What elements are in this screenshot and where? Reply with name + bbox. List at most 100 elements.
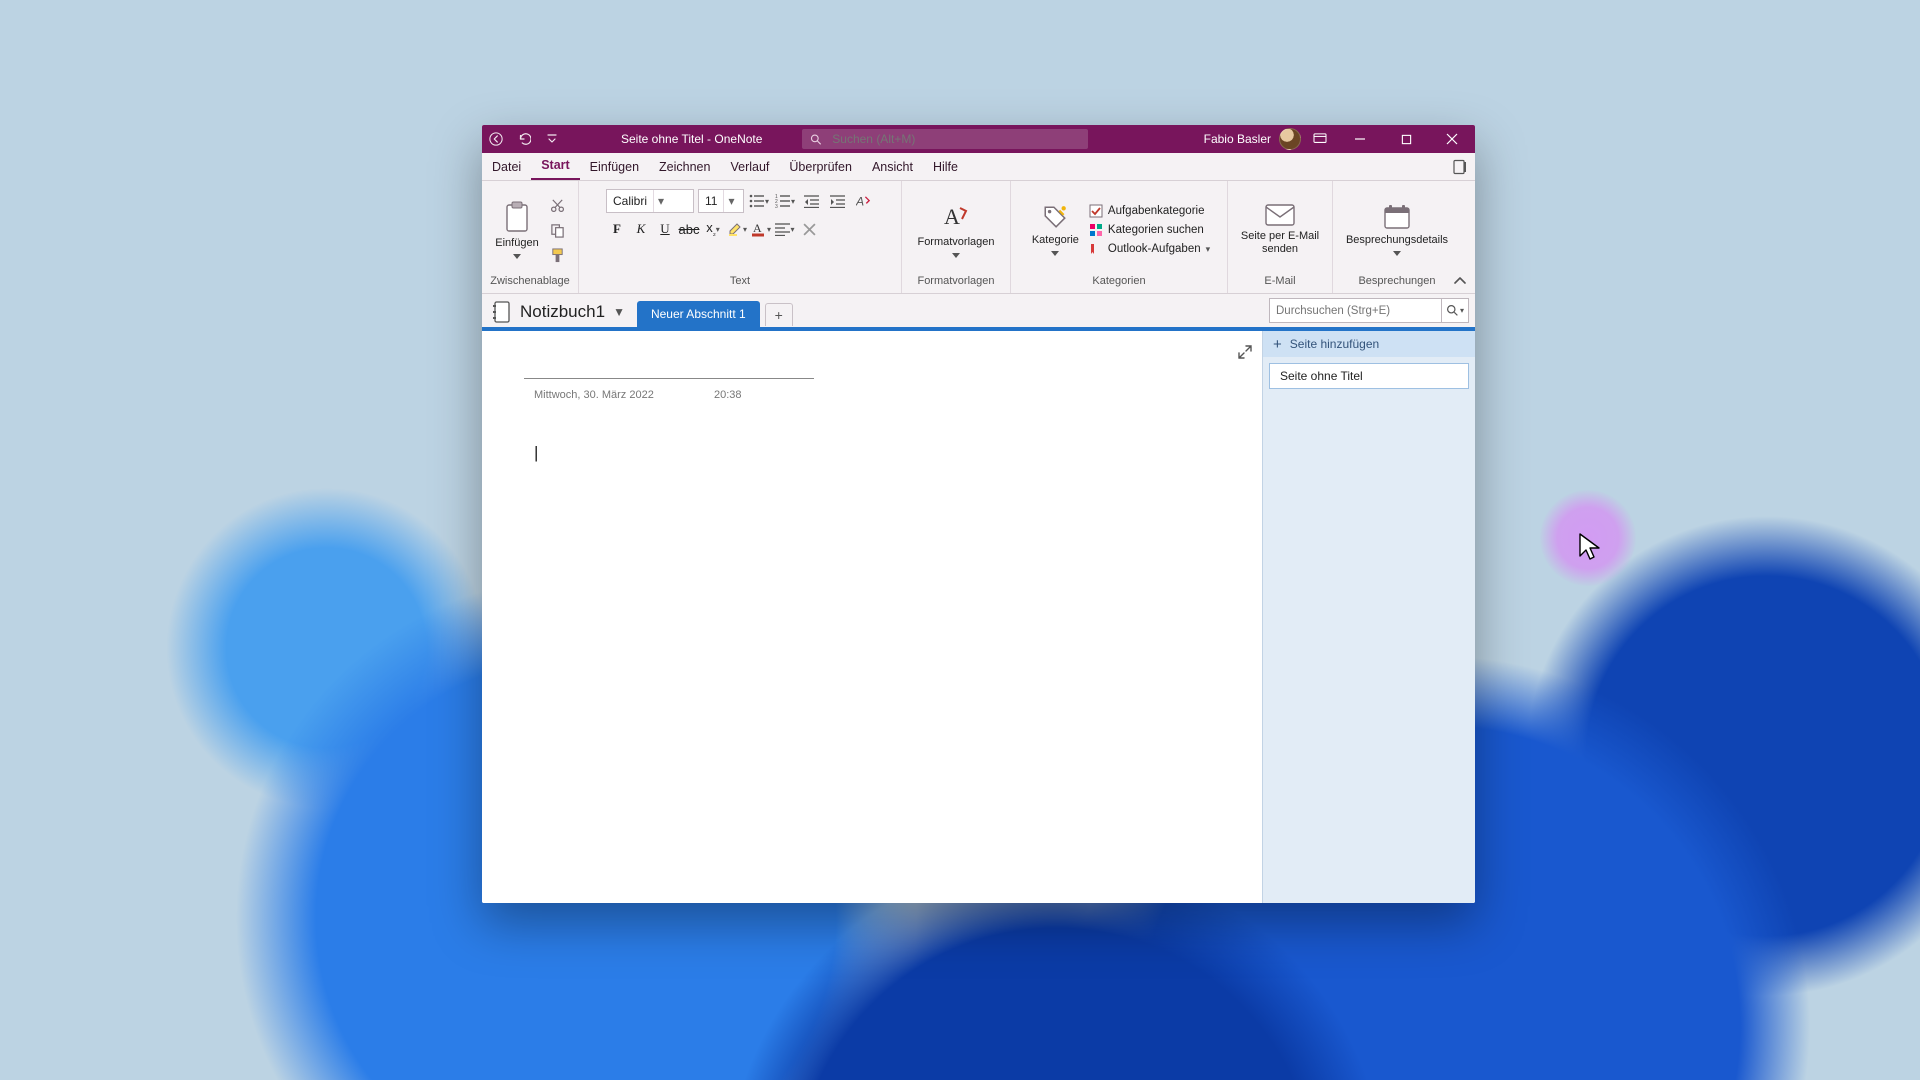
search-icon — [1446, 304, 1459, 317]
title-bar: Seite ohne Titel - OneNote Fabio Basler — [482, 125, 1475, 153]
italic-button[interactable]: K — [630, 218, 652, 240]
page-title-input[interactable] — [524, 378, 814, 379]
delete-button[interactable] — [798, 218, 820, 240]
group-label: Zwischenablage — [490, 275, 570, 291]
paintbrush-icon — [550, 248, 565, 263]
onenote-window: Seite ohne Titel - OneNote Fabio Basler … — [482, 125, 1475, 903]
titlebar-search-input[interactable] — [830, 131, 1080, 147]
kategorien-suchen-button[interactable]: Kategorien suchen — [1089, 223, 1210, 237]
svg-text:A: A — [856, 194, 864, 208]
ribbon-display-options[interactable] — [1303, 125, 1337, 153]
back-button[interactable] — [482, 125, 510, 153]
format-painter-button[interactable] — [547, 244, 569, 266]
clear-formatting-button[interactable]: A — [852, 190, 874, 212]
tab-ansicht[interactable]: Ansicht — [862, 155, 923, 180]
tab-hilfe[interactable]: Hilfe — [923, 155, 968, 180]
cursor-pointer-icon — [1578, 532, 1602, 562]
tab-ueberpruefen[interactable]: Überprüfen — [779, 155, 862, 180]
notebook-search-button[interactable]: ▾ — [1441, 299, 1468, 322]
tab-datei[interactable]: Datei — [482, 155, 531, 180]
group-label: Text — [730, 275, 750, 291]
underline-button[interactable]: U — [654, 218, 676, 240]
meeting-details-button[interactable]: Besprechungsdetails — [1342, 202, 1452, 258]
group-zwischenablage: Einfügen Zwisc — [482, 181, 579, 293]
indent-button[interactable] — [826, 190, 848, 212]
eraser-a-icon: A — [856, 194, 871, 209]
subscript-button[interactable]: x₂▾ — [702, 218, 724, 240]
align-left-icon — [775, 223, 790, 236]
indent-icon — [830, 195, 845, 208]
group-label: Besprechungen — [1358, 275, 1435, 291]
tab-einfuegen[interactable]: Einfügen — [580, 155, 649, 180]
outlook-aufgaben-button[interactable]: Outlook-Aufgaben ▾ — [1089, 242, 1210, 256]
svg-text:A: A — [944, 204, 960, 229]
aufgabenkategorie-button[interactable]: Aufgabenkategorie — [1089, 204, 1210, 218]
note-canvas[interactable]: Mittwoch, 30. März 2022 20:38 | — [482, 331, 1262, 903]
cut-button[interactable] — [547, 194, 569, 216]
numbering-button[interactable]: 123▾ — [774, 190, 796, 212]
outdent-icon — [804, 195, 819, 208]
page-list-item[interactable]: Seite ohne Titel — [1269, 363, 1469, 389]
paste-label: Einfügen — [495, 237, 538, 250]
list-ol-icon: 123 — [775, 194, 791, 208]
copy-button[interactable] — [547, 219, 569, 241]
notes-button[interactable] — [1445, 153, 1475, 180]
undo-button[interactable] — [510, 125, 538, 153]
add-page-button[interactable]: Seite hinzufügen — [1263, 331, 1475, 357]
kategorie-button[interactable]: Kategorie — [1028, 202, 1083, 258]
align-button[interactable]: ▾ — [774, 218, 796, 240]
section-tab[interactable]: Neuer Abschnitt 1 — [637, 301, 760, 327]
maximize-button[interactable] — [1383, 125, 1429, 153]
user-avatar — [1279, 128, 1301, 150]
highlighter-icon — [727, 221, 743, 237]
chevron-down-icon: ▼ — [613, 305, 625, 319]
cursor-highlight — [1540, 490, 1636, 586]
expand-icon — [1238, 345, 1252, 359]
add-section-button[interactable]: + — [765, 303, 793, 326]
group-kategorien: Kategorie Aufgabenkategorie Kategorien s… — [1011, 181, 1228, 293]
bold-button[interactable]: F — [606, 218, 628, 240]
close-button[interactable] — [1429, 125, 1475, 153]
notebook-name: Notizbuch1 — [520, 302, 605, 322]
outdent-button[interactable] — [800, 190, 822, 212]
titlebar-search[interactable] — [802, 129, 1088, 149]
envelope-icon — [1265, 204, 1295, 226]
user-name: Fabio Basler — [1204, 132, 1271, 146]
styles-icon: A — [941, 202, 971, 232]
tab-zeichnen[interactable]: Zeichnen — [649, 155, 720, 180]
font-name-select[interactable]: Calibri▾ — [606, 189, 694, 213]
scissors-icon — [550, 198, 565, 213]
font-size-select[interactable]: 11▾ — [698, 189, 744, 213]
group-label: E-Mail — [1264, 275, 1295, 291]
email-page-button[interactable]: Seite per E-Mail senden — [1234, 202, 1326, 257]
tab-start[interactable]: Start — [531, 153, 579, 180]
search-icon — [810, 133, 822, 146]
list-ul-icon — [749, 194, 765, 208]
minimize-button[interactable] — [1337, 125, 1383, 153]
ribbon-tabs: Datei Start Einfügen Zeichnen Verlauf Üb… — [482, 153, 1475, 181]
page-time: 20:38 — [714, 389, 742, 401]
qattoolbar-dropdown[interactable] — [538, 125, 566, 153]
font-color-button[interactable]: A▾ — [750, 218, 772, 240]
collapse-ribbon-button[interactable] — [1451, 271, 1469, 289]
font-color-icon: A — [751, 221, 767, 237]
group-label: Kategorien — [1092, 275, 1145, 291]
group-text: Calibri▾ 11▾ ▾ 123▾ A F K U abc x₂▾ — [579, 181, 902, 293]
paste-button[interactable]: Einfügen — [491, 199, 542, 261]
styles-button[interactable]: A Formatvorlagen — [913, 200, 998, 260]
notebook-search-input[interactable] — [1270, 305, 1441, 317]
strike-button[interactable]: abc — [678, 218, 700, 240]
notebook-search[interactable]: ▾ — [1269, 298, 1469, 323]
tag-icon — [1042, 204, 1068, 230]
ribbon: Einfügen Zwisc — [482, 181, 1475, 294]
fullscreen-toggle[interactable] — [1238, 345, 1252, 359]
highlight-button[interactable]: ▾ — [726, 218, 748, 240]
content-area: Mittwoch, 30. März 2022 20:38 | Seite hi… — [482, 331, 1475, 903]
group-email: Seite per E-Mail senden E-Mail — [1228, 181, 1333, 293]
account-area[interactable]: Fabio Basler — [1204, 128, 1303, 150]
notebook-picker[interactable]: Notizbuch1 ▼ — [482, 301, 637, 327]
bullets-button[interactable]: ▾ — [748, 190, 770, 212]
tab-verlauf[interactable]: Verlauf — [720, 155, 779, 180]
page-date: Mittwoch, 30. März 2022 — [534, 389, 654, 401]
svg-text:A: A — [753, 221, 762, 235]
